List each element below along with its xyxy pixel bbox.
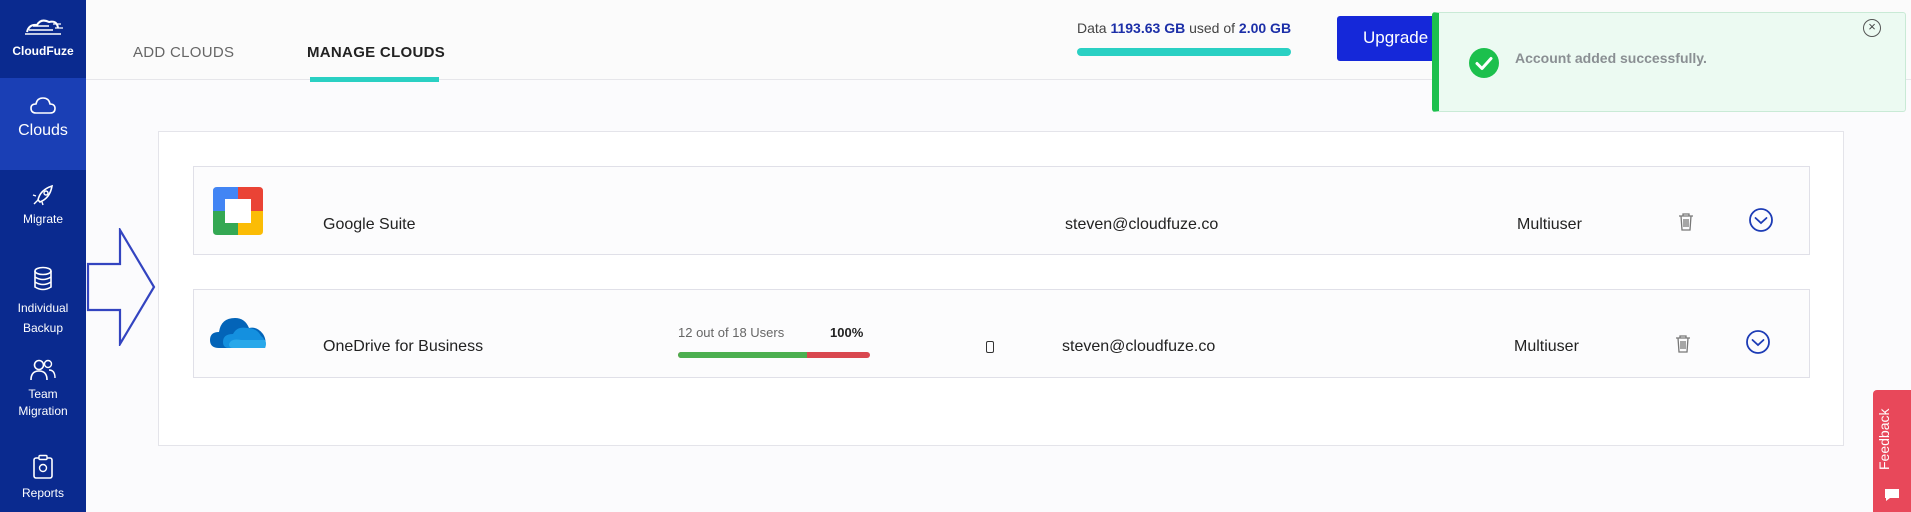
tab-manage-clouds[interactable]: MANAGE CLOUDS: [307, 44, 445, 61]
cloud-row-onedrive-business[interactable]: OneDrive for Business 12 out of 18 Users…: [193, 289, 1810, 378]
cloud-icon: [30, 97, 56, 114]
toast-message: Account added successfully.: [1515, 50, 1707, 66]
sidebar: CloudFuze Clouds Migrate Individual Back…: [0, 0, 86, 512]
trash-icon[interactable]: [1678, 212, 1694, 232]
chat-icon: [1885, 489, 1899, 501]
sidebar-item-label: Team: [28, 387, 58, 401]
cloud-type: Multiuser: [1517, 216, 1582, 233]
users-icon: [30, 359, 56, 381]
tab-add-clouds[interactable]: ADD CLOUDS: [133, 44, 234, 61]
annotation-arrow-icon: [86, 228, 156, 346]
close-icon[interactable]: ×: [1863, 19, 1881, 37]
usage-middle: used of: [1189, 20, 1236, 36]
logo-label: CloudFuze: [12, 44, 74, 58]
clipboard-icon: [33, 454, 53, 479]
cloud-type: Multiuser: [1514, 338, 1579, 355]
users-progress-bar: [678, 352, 870, 358]
data-usage-text: Data 1193.63 GB used of 2.00 GB: [1077, 20, 1291, 36]
usage-total: 2.00 GB: [1238, 20, 1292, 36]
check-circle-icon: [1469, 48, 1499, 78]
mobile-icon: [986, 341, 994, 353]
success-toast: Account added successfully. ×: [1432, 12, 1906, 112]
sidebar-item-reports[interactable]: Reports: [0, 454, 86, 510]
sidebar-item-team-migration[interactable]: Team Migration: [0, 358, 86, 428]
sidebar-item-label-2: Migration: [18, 404, 68, 418]
cloud-name: Google Suite: [323, 216, 416, 233]
sidebar-item-label-2: Backup: [22, 321, 64, 335]
sidebar-item-migrate[interactable]: Migrate: [0, 182, 86, 242]
data-usage-bar: [1077, 48, 1291, 56]
sidebar-item-label: Reports: [21, 486, 65, 500]
feedback-tab[interactable]: Feedback: [1873, 390, 1911, 512]
sidebar-item-label: Migrate: [22, 212, 63, 226]
onedrive-logo-icon: [210, 318, 266, 348]
sidebar-logo[interactable]: CloudFuze: [0, 0, 86, 78]
users-progress-fill: [678, 352, 807, 358]
users-progress-label: 12 out of 18 Users: [678, 325, 785, 340]
active-tab-indicator: [310, 77, 439, 82]
chevron-down-icon[interactable]: [1745, 329, 1771, 355]
users-progress-percent: 100%: [830, 325, 864, 340]
sidebar-item-clouds[interactable]: Clouds: [0, 78, 86, 170]
rocket-icon: [32, 184, 54, 206]
cloud-name: OneDrive for Business: [323, 338, 484, 355]
google-suite-logo-icon: [213, 187, 263, 235]
cloudfuze-logo-icon: [25, 19, 63, 35]
usage-prefix: Data: [1077, 20, 1107, 36]
cloud-email: steven@cloudfuze.co: [1062, 338, 1216, 355]
database-icon: [34, 266, 52, 291]
sidebar-item-label: Individual: [17, 301, 69, 315]
trash-icon[interactable]: [1675, 334, 1691, 354]
chevron-down-icon[interactable]: [1748, 207, 1774, 233]
usage-used: 1193.63 GB: [1110, 20, 1186, 36]
cloud-email: steven@cloudfuze.co: [1065, 216, 1219, 233]
sidebar-item-individual-backup[interactable]: Individual Backup: [0, 266, 86, 336]
feedback-label: Feedback: [1876, 408, 1892, 470]
cloud-row-google-suite[interactable]: Google Suite steven@cloudfuze.co Multius…: [193, 166, 1810, 255]
sidebar-item-label: Clouds: [18, 122, 68, 139]
